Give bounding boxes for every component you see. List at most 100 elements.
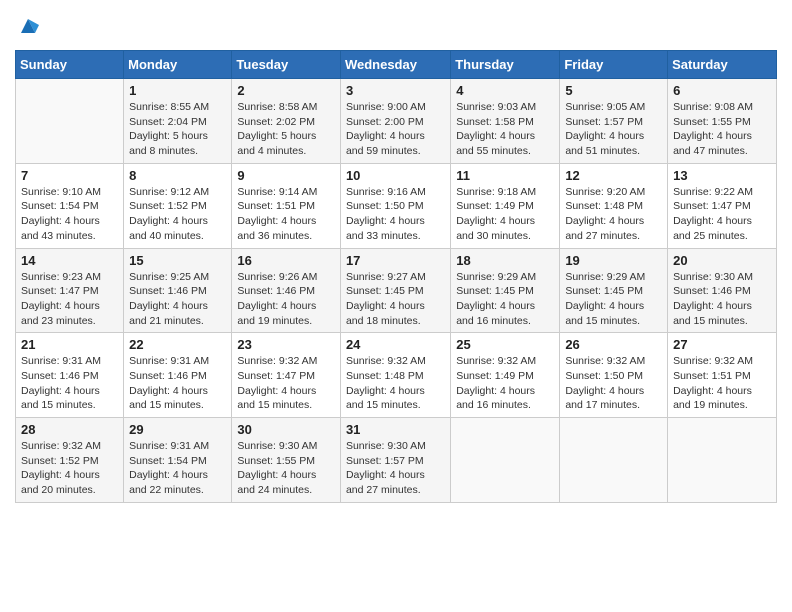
calendar-cell: 8 Sunrise: 9:12 AMSunset: 1:52 PMDaylight… xyxy=(124,163,232,248)
calendar-cell: 9 Sunrise: 9:14 AMSunset: 1:51 PMDaylight… xyxy=(232,163,341,248)
day-number: 12 xyxy=(565,168,662,183)
day-info: Sunrise: 8:55 AMSunset: 2:04 PMDaylight:… xyxy=(129,100,226,159)
day-number: 29 xyxy=(129,422,226,437)
day-info: Sunrise: 9:32 AMSunset: 1:47 PMDaylight:… xyxy=(237,354,335,413)
day-info: Sunrise: 8:58 AMSunset: 2:02 PMDaylight:… xyxy=(237,100,335,159)
day-info: Sunrise: 9:32 AMSunset: 1:49 PMDaylight:… xyxy=(456,354,554,413)
week-row-4: 21 Sunrise: 9:31 AMSunset: 1:46 PMDayligh… xyxy=(16,333,777,418)
day-info: Sunrise: 9:14 AMSunset: 1:51 PMDaylight:… xyxy=(237,185,335,244)
day-info: Sunrise: 9:16 AMSunset: 1:50 PMDaylight:… xyxy=(346,185,445,244)
day-info: Sunrise: 9:22 AMSunset: 1:47 PMDaylight:… xyxy=(673,185,771,244)
day-info: Sunrise: 9:32 AMSunset: 1:48 PMDaylight:… xyxy=(346,354,445,413)
day-number: 14 xyxy=(21,253,118,268)
day-info: Sunrise: 9:12 AMSunset: 1:52 PMDaylight:… xyxy=(129,185,226,244)
calendar-cell: 22Sunrise: 9:31 AMSunset: 1:46 PMDayligh… xyxy=(124,333,232,418)
calendar-cell: 26 Sunrise: 9:32 AMSunset: 1:50 PMDayligh… xyxy=(560,333,668,418)
day-info: Sunrise: 9:32 AMSunset: 1:51 PMDaylight:… xyxy=(673,354,771,413)
day-number: 19 xyxy=(565,253,662,268)
calendar-cell: 27Sunrise: 9:32 AMSunset: 1:51 PMDayligh… xyxy=(668,333,777,418)
logo-icon xyxy=(17,15,39,37)
day-info: Sunrise: 9:25 AMSunset: 1:46 PMDaylight:… xyxy=(129,270,226,329)
day-number: 10 xyxy=(346,168,445,183)
calendar-cell: 28 Sunrise: 9:32 AMSunset: 1:52 PMDayligh… xyxy=(16,418,124,503)
calendar-cell: 24Sunrise: 9:32 AMSunset: 1:48 PMDayligh… xyxy=(340,333,450,418)
day-number: 23 xyxy=(237,337,335,352)
calendar-cell: 3 Sunrise: 9:00 AMSunset: 2:00 PMDaylight… xyxy=(340,79,450,164)
day-number: 30 xyxy=(237,422,335,437)
calendar-cell: 18 Sunrise: 9:29 AMSunset: 1:45 PMDayligh… xyxy=(451,248,560,333)
calendar-cell: 11 Sunrise: 9:18 AMSunset: 1:49 PMDayligh… xyxy=(451,163,560,248)
day-info: Sunrise: 9:32 AMSunset: 1:52 PMDaylight:… xyxy=(21,439,118,498)
week-row-1: 1Sunrise: 8:55 AMSunset: 2:04 PMDaylight… xyxy=(16,79,777,164)
day-number: 2 xyxy=(237,83,335,98)
calendar-cell: 4 Sunrise: 9:03 AMSunset: 1:58 PMDaylight… xyxy=(451,79,560,164)
calendar-cell: 23 Sunrise: 9:32 AMSunset: 1:47 PMDayligh… xyxy=(232,333,341,418)
week-row-3: 14 Sunrise: 9:23 AMSunset: 1:47 PMDayligh… xyxy=(16,248,777,333)
calendar-cell: 10 Sunrise: 9:16 AMSunset: 1:50 PMDayligh… xyxy=(340,163,450,248)
calendar-cell: 12 Sunrise: 9:20 AMSunset: 1:48 PMDayligh… xyxy=(560,163,668,248)
day-number: 4 xyxy=(456,83,554,98)
day-info: Sunrise: 9:30 AMSunset: 1:55 PMDaylight:… xyxy=(237,439,335,498)
day-number: 25 xyxy=(456,337,554,352)
calendar-cell: 29 Sunrise: 9:31 AMSunset: 1:54 PMDayligh… xyxy=(124,418,232,503)
day-info: Sunrise: 9:18 AMSunset: 1:49 PMDaylight:… xyxy=(456,185,554,244)
calendar-cell: 6 Sunrise: 9:08 AMSunset: 1:55 PMDaylight… xyxy=(668,79,777,164)
day-number: 6 xyxy=(673,83,771,98)
weekday-header-monday: Monday xyxy=(124,51,232,79)
calendar-cell: 25 Sunrise: 9:32 AMSunset: 1:49 PMDayligh… xyxy=(451,333,560,418)
day-number: 31 xyxy=(346,422,445,437)
calendar-cell: 16 Sunrise: 9:26 AMSunset: 1:46 PMDayligh… xyxy=(232,248,341,333)
calendar-cell: 13Sunrise: 9:22 AMSunset: 1:47 PMDayligh… xyxy=(668,163,777,248)
day-number: 16 xyxy=(237,253,335,268)
day-number: 21 xyxy=(21,337,118,352)
weekday-header-tuesday: Tuesday xyxy=(232,51,341,79)
day-number: 17 xyxy=(346,253,445,268)
day-info: Sunrise: 9:00 AMSunset: 2:00 PMDaylight:… xyxy=(346,100,445,159)
calendar-cell: 31 Sunrise: 9:30 AMSunset: 1:57 PMDayligh… xyxy=(340,418,450,503)
weekday-header-row: SundayMondayTuesdayWednesdayThursdayFrid… xyxy=(16,51,777,79)
header xyxy=(15,10,777,42)
calendar-cell xyxy=(451,418,560,503)
day-info: Sunrise: 9:27 AMSunset: 1:45 PMDaylight:… xyxy=(346,270,445,329)
day-number: 28 xyxy=(21,422,118,437)
calendar-table: SundayMondayTuesdayWednesdayThursdayFrid… xyxy=(15,50,777,503)
day-number: 18 xyxy=(456,253,554,268)
day-info: Sunrise: 9:32 AMSunset: 1:50 PMDaylight:… xyxy=(565,354,662,413)
day-info: Sunrise: 9:05 AMSunset: 1:57 PMDaylight:… xyxy=(565,100,662,159)
calendar-cell xyxy=(16,79,124,164)
day-number: 3 xyxy=(346,83,445,98)
day-number: 20 xyxy=(673,253,771,268)
week-row-5: 28 Sunrise: 9:32 AMSunset: 1:52 PMDayligh… xyxy=(16,418,777,503)
weekday-header-friday: Friday xyxy=(560,51,668,79)
day-number: 26 xyxy=(565,337,662,352)
day-info: Sunrise: 9:03 AMSunset: 1:58 PMDaylight:… xyxy=(456,100,554,159)
calendar-cell xyxy=(668,418,777,503)
logo-text xyxy=(15,15,39,42)
day-number: 11 xyxy=(456,168,554,183)
day-info: Sunrise: 9:30 AMSunset: 1:57 PMDaylight:… xyxy=(346,439,445,498)
day-number: 8 xyxy=(129,168,226,183)
day-number: 7 xyxy=(21,168,118,183)
logo xyxy=(15,15,39,42)
day-info: Sunrise: 9:08 AMSunset: 1:55 PMDaylight:… xyxy=(673,100,771,159)
calendar-cell: 30 Sunrise: 9:30 AMSunset: 1:55 PMDayligh… xyxy=(232,418,341,503)
calendar-cell: 15 Sunrise: 9:25 AMSunset: 1:46 PMDayligh… xyxy=(124,248,232,333)
week-row-2: 7 Sunrise: 9:10 AMSunset: 1:54 PMDaylight… xyxy=(16,163,777,248)
calendar-cell: 7 Sunrise: 9:10 AMSunset: 1:54 PMDaylight… xyxy=(16,163,124,248)
day-number: 15 xyxy=(129,253,226,268)
day-info: Sunrise: 9:20 AMSunset: 1:48 PMDaylight:… xyxy=(565,185,662,244)
day-number: 9 xyxy=(237,168,335,183)
calendar-cell xyxy=(560,418,668,503)
day-info: Sunrise: 9:23 AMSunset: 1:47 PMDaylight:… xyxy=(21,270,118,329)
day-info: Sunrise: 9:26 AMSunset: 1:46 PMDaylight:… xyxy=(237,270,335,329)
calendar-cell: 14 Sunrise: 9:23 AMSunset: 1:47 PMDayligh… xyxy=(16,248,124,333)
calendar-cell: 19Sunrise: 9:29 AMSunset: 1:45 PMDayligh… xyxy=(560,248,668,333)
day-info: Sunrise: 9:31 AMSunset: 1:54 PMDaylight:… xyxy=(129,439,226,498)
day-info: Sunrise: 9:29 AMSunset: 1:45 PMDaylight:… xyxy=(456,270,554,329)
calendar-cell: 1Sunrise: 8:55 AMSunset: 2:04 PMDaylight… xyxy=(124,79,232,164)
day-info: Sunrise: 9:30 AMSunset: 1:46 PMDaylight:… xyxy=(673,270,771,329)
weekday-header-wednesday: Wednesday xyxy=(340,51,450,79)
day-info: Sunrise: 9:10 AMSunset: 1:54 PMDaylight:… xyxy=(21,185,118,244)
day-info: Sunrise: 9:31 AMSunset: 1:46 PMDaylight:… xyxy=(21,354,118,413)
day-number: 5 xyxy=(565,83,662,98)
